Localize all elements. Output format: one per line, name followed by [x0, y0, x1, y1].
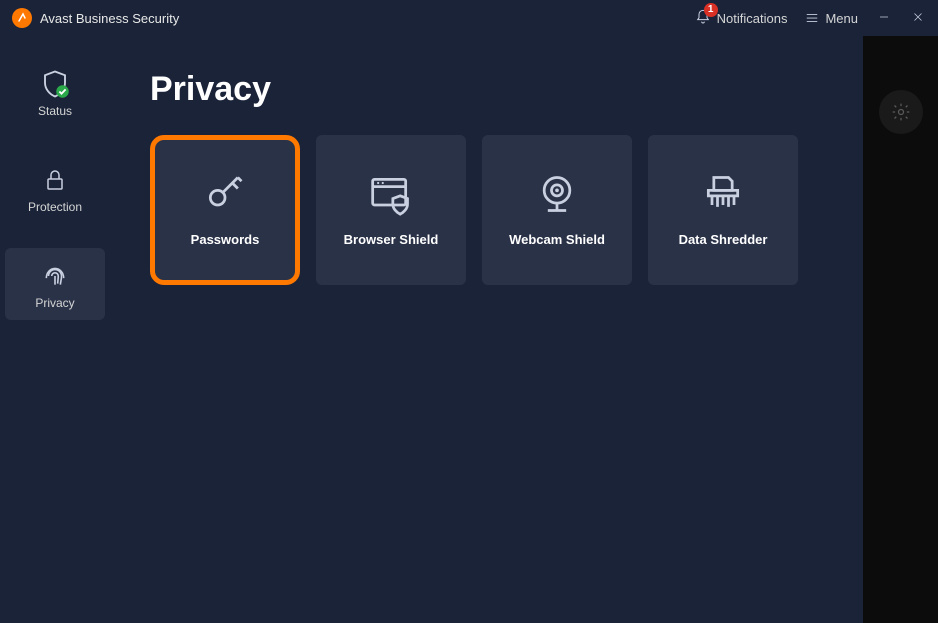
- sidebar-item-privacy[interactable]: Privacy: [5, 248, 105, 320]
- hamburger-icon: [805, 11, 819, 25]
- tile-label: Data Shredder: [679, 232, 768, 247]
- shredder-icon: [701, 174, 745, 214]
- titlebar-right: 1 Notifications Menu: [695, 9, 926, 28]
- close-button[interactable]: [910, 10, 926, 26]
- titlebar-left: Avast Business Security: [12, 8, 179, 28]
- sidebar-item-label: Protection: [28, 200, 82, 214]
- tile-browser-shield[interactable]: Browser Shield: [316, 135, 466, 285]
- minimize-button[interactable]: [876, 10, 892, 26]
- sidebar-item-label: Status: [38, 104, 72, 118]
- bell-icon: 1: [695, 9, 711, 28]
- sidebar-item-status[interactable]: Status: [5, 56, 105, 128]
- titlebar: Avast Business Security 1 Notifications …: [0, 0, 938, 36]
- notifications-button[interactable]: 1 Notifications: [695, 9, 788, 28]
- menu-button[interactable]: Menu: [805, 11, 858, 26]
- browser-shield-icon: [369, 174, 413, 214]
- tile-label: Passwords: [191, 232, 260, 247]
- content-area: Privacy Passwords Browser S: [150, 70, 858, 285]
- fingerprint-icon: [42, 262, 68, 290]
- page-title: Privacy: [150, 70, 858, 109]
- notifications-badge: 1: [704, 3, 718, 17]
- sidebar: Status Protection Privacy: [0, 36, 110, 320]
- key-icon: [203, 174, 247, 214]
- menu-label: Menu: [825, 11, 858, 26]
- sidebar-item-label: Privacy: [35, 296, 74, 310]
- tile-label: Webcam Shield: [509, 232, 605, 247]
- right-panel: [863, 36, 938, 623]
- settings-button[interactable]: [879, 90, 923, 134]
- tile-passwords[interactable]: Passwords: [150, 135, 300, 285]
- tile-label: Browser Shield: [344, 232, 439, 247]
- app-title: Avast Business Security: [40, 11, 179, 26]
- tile-data-shredder[interactable]: Data Shredder: [648, 135, 798, 285]
- lock-icon: [43, 166, 67, 194]
- notifications-label: Notifications: [717, 11, 788, 26]
- shield-check-icon: [40, 70, 70, 98]
- sidebar-item-protection[interactable]: Protection: [5, 152, 105, 224]
- tile-webcam-shield[interactable]: Webcam Shield: [482, 135, 632, 285]
- tiles-row: Passwords Browser Shield: [150, 135, 858, 285]
- webcam-icon: [535, 174, 579, 214]
- avast-logo-icon: [12, 8, 32, 28]
- gear-icon: [891, 102, 911, 122]
